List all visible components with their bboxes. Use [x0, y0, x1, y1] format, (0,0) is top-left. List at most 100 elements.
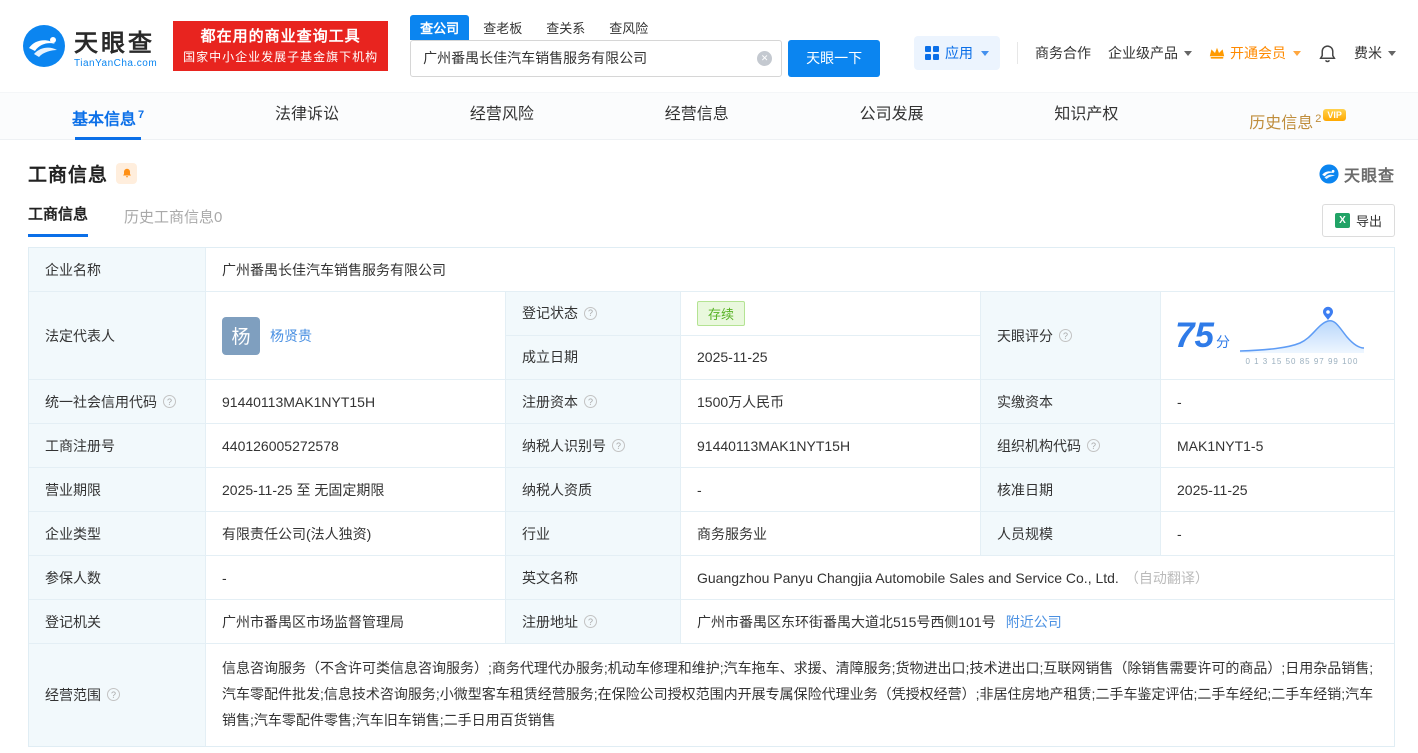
- search-button[interactable]: 天眼一下: [788, 40, 880, 77]
- apps-menu[interactable]: 应用: [914, 36, 1000, 70]
- user-menu[interactable]: 费米: [1354, 43, 1396, 63]
- table-row: 参保人数 - 英文名称 Guangzhou Panyu Changjia Aut…: [29, 556, 1394, 600]
- chevron-down-icon: [1293, 51, 1301, 56]
- help-icon[interactable]: ?: [584, 307, 597, 320]
- tab-company-development[interactable]: 公司发展: [860, 92, 924, 140]
- watermark-logo: 天眼查: [1319, 162, 1395, 186]
- taxpayer-qualification-value: -: [681, 468, 981, 511]
- business-term-value: 2025-11-25 至 无固定期限: [206, 468, 506, 511]
- table-row: 统一社会信用代码 ? 91440113MAK1NYT15H 注册资本 ? 150…: [29, 380, 1394, 424]
- watermark-text: 天眼查: [1344, 162, 1395, 186]
- insured-count-label: 参保人数: [29, 556, 206, 599]
- menu-divider: [1017, 42, 1018, 64]
- tab-basic-info[interactable]: 基本信息7: [72, 92, 144, 140]
- reg-number-label: 工商注册号: [29, 424, 206, 467]
- staff-size-label: 人员规模: [981, 512, 1161, 555]
- enterprise-label: 企业级产品: [1108, 43, 1178, 63]
- company-type-value: 有限责任公司(法人独资): [206, 512, 506, 555]
- help-icon[interactable]: ?: [1059, 329, 1072, 342]
- legal-rep-label: 法定代表人: [29, 292, 206, 379]
- chevron-down-icon: [981, 51, 989, 56]
- search-input[interactable]: [410, 40, 782, 77]
- search-area: 查公司 查老板 查关系 查风险 ✕ 天眼一下: [410, 16, 880, 77]
- tab-label: 公司发展: [860, 106, 924, 123]
- auto-translate-note: （自动翻译）: [1125, 568, 1209, 588]
- business-info-table: 企业名称 广州番禺长佳汽车销售服务有限公司 法定代表人 杨 杨贤贵 登记状态 ?…: [28, 247, 1395, 747]
- tab-label: 历史信息: [1249, 115, 1313, 132]
- help-icon[interactable]: ?: [107, 688, 120, 701]
- tab-history-info[interactable]: 历史信息2VIP: [1249, 92, 1346, 140]
- subtab-business-registration[interactable]: 工商信息: [28, 203, 88, 237]
- reg-status-value: 存续: [681, 292, 981, 335]
- score-axis-labels: 0 1 3 15 50 85 97 99 100: [1238, 357, 1366, 366]
- menu-open-vip[interactable]: 开通会员: [1209, 43, 1301, 63]
- help-icon[interactable]: ?: [612, 439, 625, 452]
- search-tab-risk[interactable]: 查风险: [599, 15, 658, 40]
- subtab-history-registration[interactable]: 历史工商信息0: [124, 206, 222, 237]
- label-text: 统一社会信用代码: [45, 392, 157, 412]
- paid-capital-label: 实缴资本: [981, 380, 1161, 423]
- tianyancha-logo[interactable]: 天眼查 TianYanCha.com: [22, 23, 157, 69]
- approval-date-label: 核准日期: [981, 468, 1161, 511]
- status-date-stack: 登记状态 ? 存续 成立日期 2025-11-25: [506, 292, 981, 379]
- promo-banner: 都在用的商业查询工具 国家中小企业发展子基金旗下机构: [173, 21, 388, 72]
- help-icon[interactable]: ?: [163, 395, 176, 408]
- export-label: 导出: [1356, 211, 1382, 230]
- address-text: 广州市番禺区东环街番禺大道北515号西侧101号: [697, 612, 996, 632]
- clear-search-icon[interactable]: ✕: [757, 51, 772, 66]
- reg-authority-label: 登记机关: [29, 600, 206, 643]
- help-icon[interactable]: ?: [1087, 439, 1100, 452]
- vip-badge: VIP: [1323, 109, 1346, 121]
- org-code-label: 组织机构代码 ?: [981, 424, 1161, 467]
- section-title: 工商信息: [28, 160, 108, 187]
- business-term-label: 营业期限: [29, 468, 206, 511]
- tab-intellectual-property[interactable]: 知识产权: [1054, 92, 1118, 140]
- logo-wave-icon: [22, 24, 66, 68]
- nearby-companies-link[interactable]: 附近公司: [1006, 612, 1062, 632]
- status-badge: 存续: [697, 301, 745, 326]
- table-row: 企业名称 广州番禺长佳汽车销售服务有限公司: [29, 248, 1394, 292]
- taxpayer-id-value: 91440113MAK1NYT15H: [681, 424, 981, 467]
- org-code-value: MAK1NYT1-5: [1161, 424, 1394, 467]
- brand-domain: TianYanCha.com: [74, 58, 157, 69]
- label-text: 注册资本: [522, 392, 578, 412]
- english-name-value: Guangzhou Panyu Changjia Automobile Sale…: [681, 556, 1394, 599]
- reg-authority-value: 广州市番禺区市场监督管理局: [206, 600, 506, 643]
- industry-value: 商务服务业: [681, 512, 981, 555]
- approval-date-value: 2025-11-25: [1161, 468, 1394, 511]
- search-tab-relation[interactable]: 查关系: [536, 15, 595, 40]
- export-button[interactable]: X 导出: [1322, 204, 1395, 237]
- taxpayer-qualification-label: 纳税人资质: [506, 468, 681, 511]
- tab-label: 基本信息: [72, 111, 136, 128]
- company-name-value: 广州番禺长佳汽车销售服务有限公司: [206, 248, 1394, 291]
- brand-name: 天眼查: [74, 23, 157, 58]
- establish-date-label: 成立日期: [506, 336, 681, 380]
- notification-bell-icon[interactable]: [1318, 44, 1337, 63]
- subscribe-bell-icon[interactable]: [116, 163, 137, 184]
- search-tab-company[interactable]: 查公司: [410, 15, 469, 40]
- menu-business-cooperation[interactable]: 商务合作: [1035, 43, 1091, 63]
- industry-label: 行业: [506, 512, 681, 555]
- apps-label: 应用: [945, 43, 973, 63]
- tab-business-info[interactable]: 经营信息: [665, 92, 729, 140]
- tab-legal-proceedings[interactable]: 法律诉讼: [275, 92, 339, 140]
- legal-rep-avatar[interactable]: 杨: [222, 317, 260, 355]
- score-label: 天眼评分 ?: [981, 292, 1161, 379]
- legal-rep-link[interactable]: 杨贤贵: [270, 326, 312, 346]
- english-name-label: 英文名称: [506, 556, 681, 599]
- help-icon[interactable]: ?: [584, 615, 597, 628]
- search-tabs: 查公司 查老板 查关系 查风险: [410, 16, 880, 40]
- tab-operational-risk[interactable]: 经营风险: [470, 92, 534, 140]
- taxpayer-id-label: 纳税人识别号 ?: [506, 424, 681, 467]
- reg-capital-label: 注册资本 ?: [506, 380, 681, 423]
- english-name-text: Guangzhou Panyu Changjia Automobile Sale…: [697, 570, 1119, 586]
- menu-enterprise-products[interactable]: 企业级产品: [1108, 43, 1192, 63]
- tab-label: 法律诉讼: [275, 106, 339, 123]
- tab-count: 2: [1315, 113, 1321, 125]
- watermark-wave-icon: [1319, 164, 1339, 184]
- company-type-label: 企业类型: [29, 512, 206, 555]
- score-pin-icon: [1323, 307, 1333, 320]
- insured-count-value: -: [206, 556, 506, 599]
- help-icon[interactable]: ?: [584, 395, 597, 408]
- search-tab-boss[interactable]: 查老板: [473, 15, 532, 40]
